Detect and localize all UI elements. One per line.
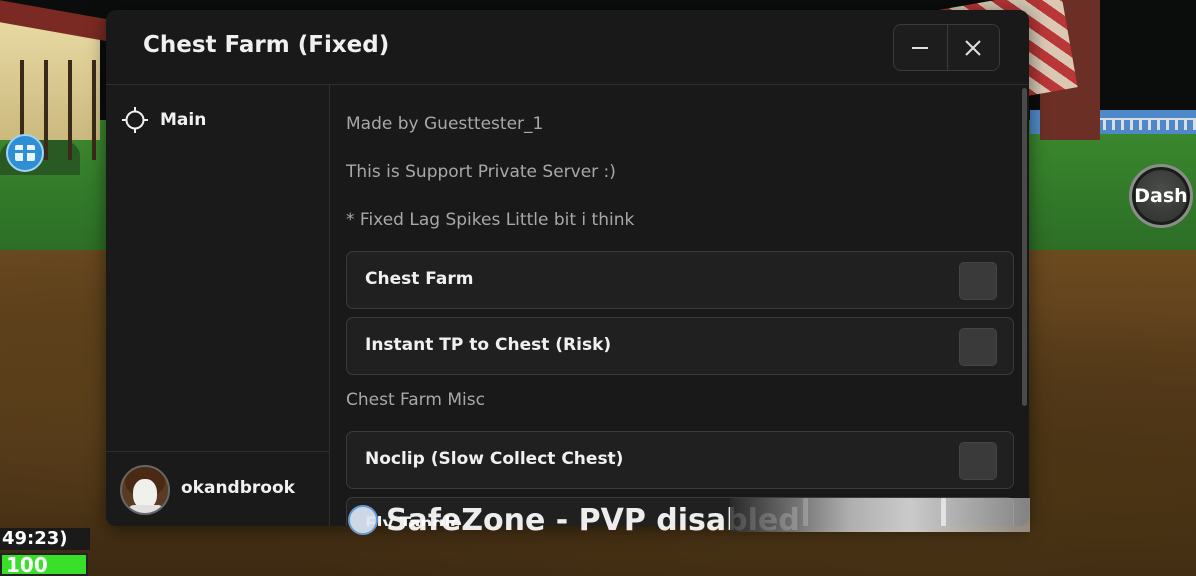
minus-icon	[912, 46, 929, 49]
checkbox[interactable]	[959, 442, 997, 480]
username: okandbrook	[181, 478, 295, 498]
gift-button[interactable]	[6, 134, 44, 172]
section-heading: Chest Farm Misc	[346, 390, 485, 410]
dash-button[interactable]: Dash	[1129, 164, 1193, 228]
shield-icon	[348, 505, 378, 535]
sidebar: Main okandbrook	[106, 85, 330, 526]
safezone-fade	[730, 498, 1030, 532]
close-button[interactable]	[946, 25, 1000, 70]
content-panel: Made by Guesttester_1 This is Support Pr…	[331, 85, 1029, 526]
title-bar[interactable]: Chest Farm (Fixed)	[106, 10, 1029, 85]
crosshair-icon	[122, 107, 148, 133]
user-profile: okandbrook	[106, 451, 330, 526]
credit-text: Made by Guesttester_1	[346, 114, 544, 134]
timer-readout: 49:23)	[0, 528, 90, 550]
toggle-label: Instant TP to Chest (Risk)	[365, 335, 612, 355]
minimize-button[interactable]	[894, 25, 947, 70]
health-bar: 100	[0, 553, 88, 576]
toggle-label: Noclip (Slow Collect Chest)	[365, 449, 624, 469]
sidebar-item-label: Main	[160, 110, 207, 130]
scrollbar[interactable]	[1022, 88, 1027, 406]
checkbox[interactable]	[959, 328, 997, 366]
health-value: 100	[6, 553, 48, 576]
script-window: Chest Farm (Fixed) Main okandbrook Made …	[106, 10, 1029, 526]
fix-note-text: * Fixed Lag Spikes Little bit i think	[346, 210, 635, 230]
avatar-icon	[120, 465, 170, 515]
support-text: This is Support Private Server :)	[346, 162, 616, 182]
checkbox[interactable]	[959, 262, 997, 300]
close-icon	[965, 39, 981, 56]
toggle-noclip[interactable]: Noclip (Slow Collect Chest)	[346, 431, 1014, 489]
house	[0, 20, 100, 160]
gift-icon	[15, 145, 35, 161]
sidebar-item-main[interactable]: Main	[122, 107, 206, 133]
dash-label: Dash	[1134, 185, 1188, 207]
toggle-chest-farm[interactable]: Chest Farm	[346, 251, 1014, 309]
window-controls	[893, 24, 1000, 71]
toggle-instant-tp[interactable]: Instant TP to Chest (Risk)	[346, 317, 1014, 375]
window-title: Chest Farm (Fixed)	[143, 32, 390, 58]
toggle-label: Chest Farm	[365, 269, 474, 289]
